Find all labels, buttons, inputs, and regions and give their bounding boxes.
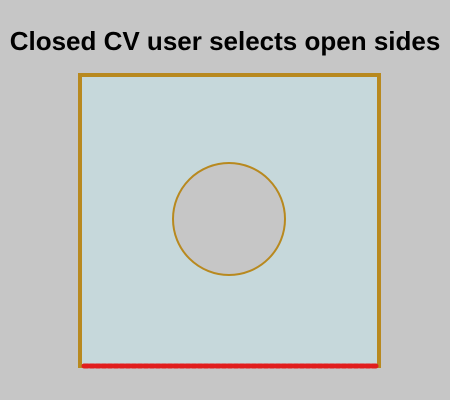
diagram-canvas: Closed CV user selects open sides bbox=[0, 0, 450, 400]
control-volume-diagram bbox=[78, 73, 381, 369]
inner-hole-circle[interactable] bbox=[172, 162, 286, 276]
